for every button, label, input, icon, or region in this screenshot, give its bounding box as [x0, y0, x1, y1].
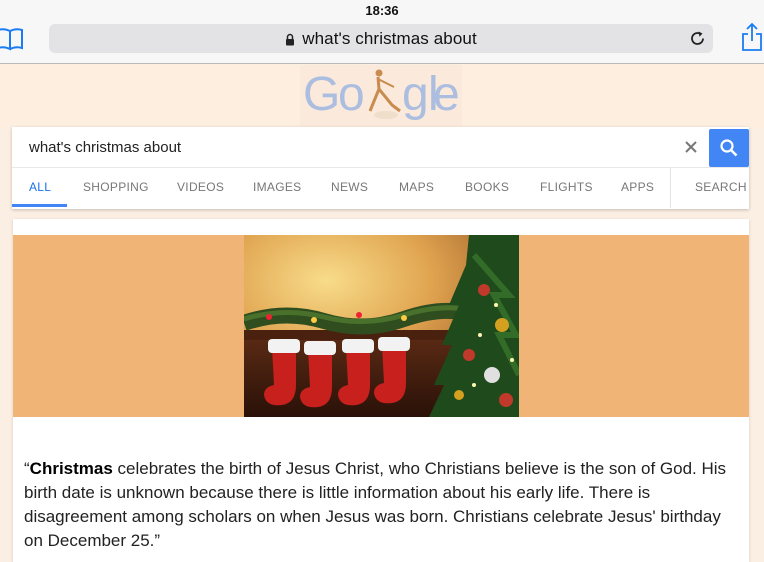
bookmarks-icon[interactable] — [0, 26, 26, 52]
search-icon — [720, 139, 738, 157]
status-time: 18:36 — [365, 3, 399, 18]
snippet-bold-term: Christmas — [29, 459, 113, 478]
logo-letter: G — [303, 68, 341, 121]
tab-news[interactable]: NEWS — [331, 167, 368, 208]
address-bar[interactable]: what's christmas about — [49, 24, 713, 53]
browser-toolbar: 18:36 what's christmas about — [0, 0, 764, 64]
search-button[interactable] — [709, 129, 749, 167]
tab-shopping[interactable]: SHOPPING — [83, 167, 149, 208]
logo-letter: o — [338, 68, 365, 121]
doodle-logo[interactable]: G o g l e — [300, 65, 462, 128]
search-input[interactable] — [12, 127, 709, 167]
tab-search-tools[interactable]: SEARCH — [695, 167, 747, 208]
christmas-stockings-photo[interactable] — [244, 235, 519, 417]
tab-apps[interactable]: APPS — [621, 167, 654, 208]
image-banner — [13, 235, 749, 417]
tab-maps[interactable]: MAPS — [399, 167, 434, 208]
logo-letter: e — [433, 68, 460, 121]
search-box: ALL SHOPPING VIDEOS IMAGES NEWS MAPS BOO… — [12, 127, 749, 209]
tab-images[interactable]: IMAGES — [253, 167, 301, 208]
active-tab-indicator — [12, 204, 67, 207]
divider — [670, 168, 671, 208]
tab-books[interactable]: BOOKS — [465, 167, 509, 208]
snippet-body: celebrates the birth of Jesus Christ, wh… — [24, 459, 727, 550]
tab-all[interactable]: ALL — [29, 167, 51, 208]
tab-flights[interactable]: FLIGHTS — [540, 167, 593, 208]
clear-icon[interactable] — [681, 137, 701, 157]
address-text: what's christmas about — [302, 28, 477, 48]
logo-letter: g — [402, 68, 429, 121]
reload-icon[interactable] — [689, 30, 706, 47]
featured-snippet-card: “Christmas celebrates the birth of Jesus… — [13, 219, 749, 562]
lock-icon — [286, 33, 295, 45]
share-icon[interactable] — [740, 22, 764, 52]
google-doodle[interactable]: G o g l e — [0, 65, 764, 128]
snippet-text: “Christmas celebrates the birth of Jesus… — [24, 457, 729, 553]
tab-videos[interactable]: VIDEOS — [177, 167, 224, 208]
yoga-figure-icon — [368, 69, 401, 119]
